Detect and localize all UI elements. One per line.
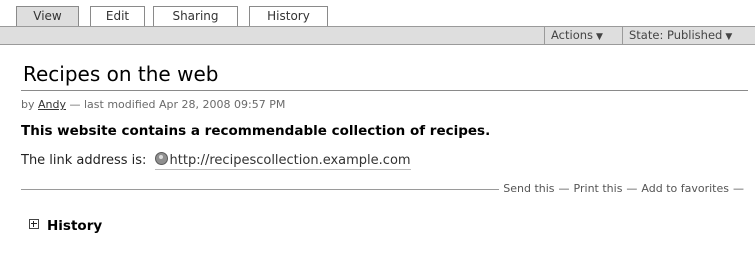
content-tabs: View Edit Sharing History — [0, 0, 755, 27]
history-toggle[interactable]: History — [29, 218, 102, 234]
state-menu-label: State: Published — [629, 28, 723, 42]
link-url[interactable]: http://recipescollection.example.com — [154, 152, 411, 170]
document-actions-list: Send this — Print this — Add to favorites — — [499, 182, 748, 196]
expand-plus-icon — [29, 219, 39, 229]
add-to-favorites-link[interactable]: Add to favorites — [641, 182, 729, 195]
actions-menu-label: Actions — [551, 28, 594, 42]
page-description: This website contains a recommendable co… — [21, 123, 491, 139]
separator: — — [733, 182, 744, 195]
byline: by Andy — last modified Apr 28, 2008 09:… — [21, 98, 285, 111]
link-address-line: The link address is: http://recipescolle… — [21, 152, 411, 170]
separator: — — [626, 182, 638, 195]
actions-menu[interactable]: Actions ▼ — [544, 27, 622, 44]
history-toggle-label: History — [47, 218, 103, 234]
content-actions-bar: Actions ▼ State: Published ▼ — [0, 26, 755, 45]
link-url-text: http://recipescollection.example.com — [169, 153, 411, 168]
author-link[interactable]: Andy — [38, 98, 66, 111]
document-actions: Send this — Print this — Add to favorites — — [21, 182, 748, 196]
link-label: The link address is: — [21, 153, 147, 168]
byline-prefix: by — [21, 98, 35, 111]
send-this-link[interactable]: Send this — [503, 182, 554, 195]
separator: — — [558, 182, 570, 195]
tab-sharing[interactable]: Sharing — [153, 6, 238, 26]
tab-history[interactable]: History — [249, 6, 328, 26]
page-title: Recipes on the web — [23, 62, 219, 86]
globe-icon — [154, 152, 168, 165]
page: View Edit Sharing History Actions ▼ State… — [0, 0, 755, 264]
state-menu[interactable]: State: Published ▼ — [622, 27, 755, 44]
title-divider — [21, 90, 748, 91]
tab-view[interactable]: View — [16, 6, 79, 27]
tab-edit[interactable]: Edit — [90, 6, 145, 26]
last-modified: — last modified Apr 28, 2008 09:57 PM — [69, 98, 286, 111]
dropdown-arrow-icon: ▼ — [596, 32, 603, 42]
dropdown-arrow-icon: ▼ — [725, 32, 733, 42]
print-this-link[interactable]: Print this — [574, 182, 623, 195]
